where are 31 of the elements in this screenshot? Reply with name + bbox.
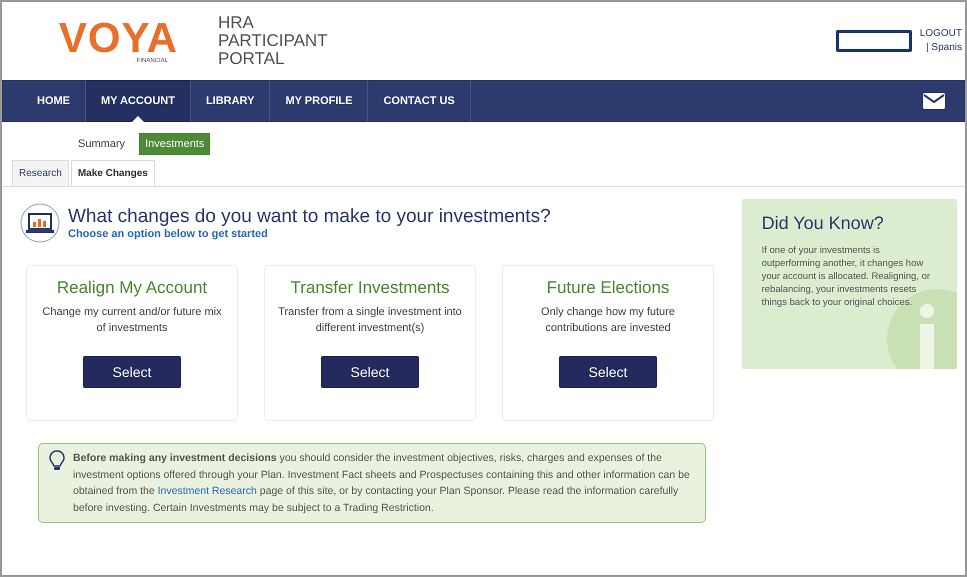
nav-tab[interactable]: MY PROFILE — [270, 80, 368, 122]
option-title: Future Elections — [546, 278, 670, 298]
tab[interactable]: Make Changes — [70, 160, 155, 186]
select-button[interactable]: Select — [559, 356, 657, 388]
nav-tab[interactable]: LIBRARY — [190, 80, 270, 122]
portal-title-line: PORTAL — [218, 50, 286, 68]
tab[interactable]: Research — [12, 160, 69, 186]
lightbulb-icon — [49, 450, 65, 472]
page-subheading: Choose an option below to get started — [68, 228, 269, 240]
logout-link[interactable]: LOGOUT — [920, 27, 962, 41]
select-button[interactable]: Select — [83, 356, 181, 388]
page-heading: What changes do you want to make to your investments? — [68, 206, 551, 228]
did-you-know-title: Did You Know? — [762, 213, 885, 234]
laptop-chart-icon — [20, 203, 60, 243]
select-button[interactable]: Select — [321, 356, 419, 388]
language-link[interactable]: | Spanis — [926, 41, 962, 55]
investment-research-link[interactable]: Investment Research — [158, 485, 257, 497]
option-description: Transfer from a single investment into different investment(s) — [278, 305, 462, 336]
portal-title-line: HRA — [218, 14, 255, 32]
mail-icon[interactable] — [923, 93, 945, 109]
subnav-tab[interactable]: Summary — [72, 133, 132, 155]
nav-tab[interactable]: MY ACCOUNT — [86, 80, 191, 122]
subnav-tab[interactable]: Investments — [139, 133, 210, 155]
nav-tab[interactable]: CONTACT US — [368, 80, 471, 122]
option-title: Realign My Account — [56, 278, 208, 298]
disclaimer-text: Before making any investment decisions you should consider the investment objectives, risks, charges and expenses of the investment options offered through your Plan. Investment Fact sheets and Prospectuses containing this and other information can be obtained from the Investment Research page of this site, or by contacting your Plan Sponsor. Please read the information carefully before investing. Certain Investments may be subject to a Trading Restriction. — [73, 451, 691, 516]
option-description: Change my current and/or future mix of investments — [41, 305, 223, 336]
did-you-know-text: If one of your investments is outperforming another, it changes how your account is allocated. Realigning, or rebalancing, your investments resets things back to your original choices. — [762, 244, 932, 309]
option-title: Transfer Investments — [290, 278, 450, 298]
portal-title-line: PARTICIPANT — [218, 32, 328, 50]
option-description: Only change how my future contributions are invested — [540, 305, 676, 336]
